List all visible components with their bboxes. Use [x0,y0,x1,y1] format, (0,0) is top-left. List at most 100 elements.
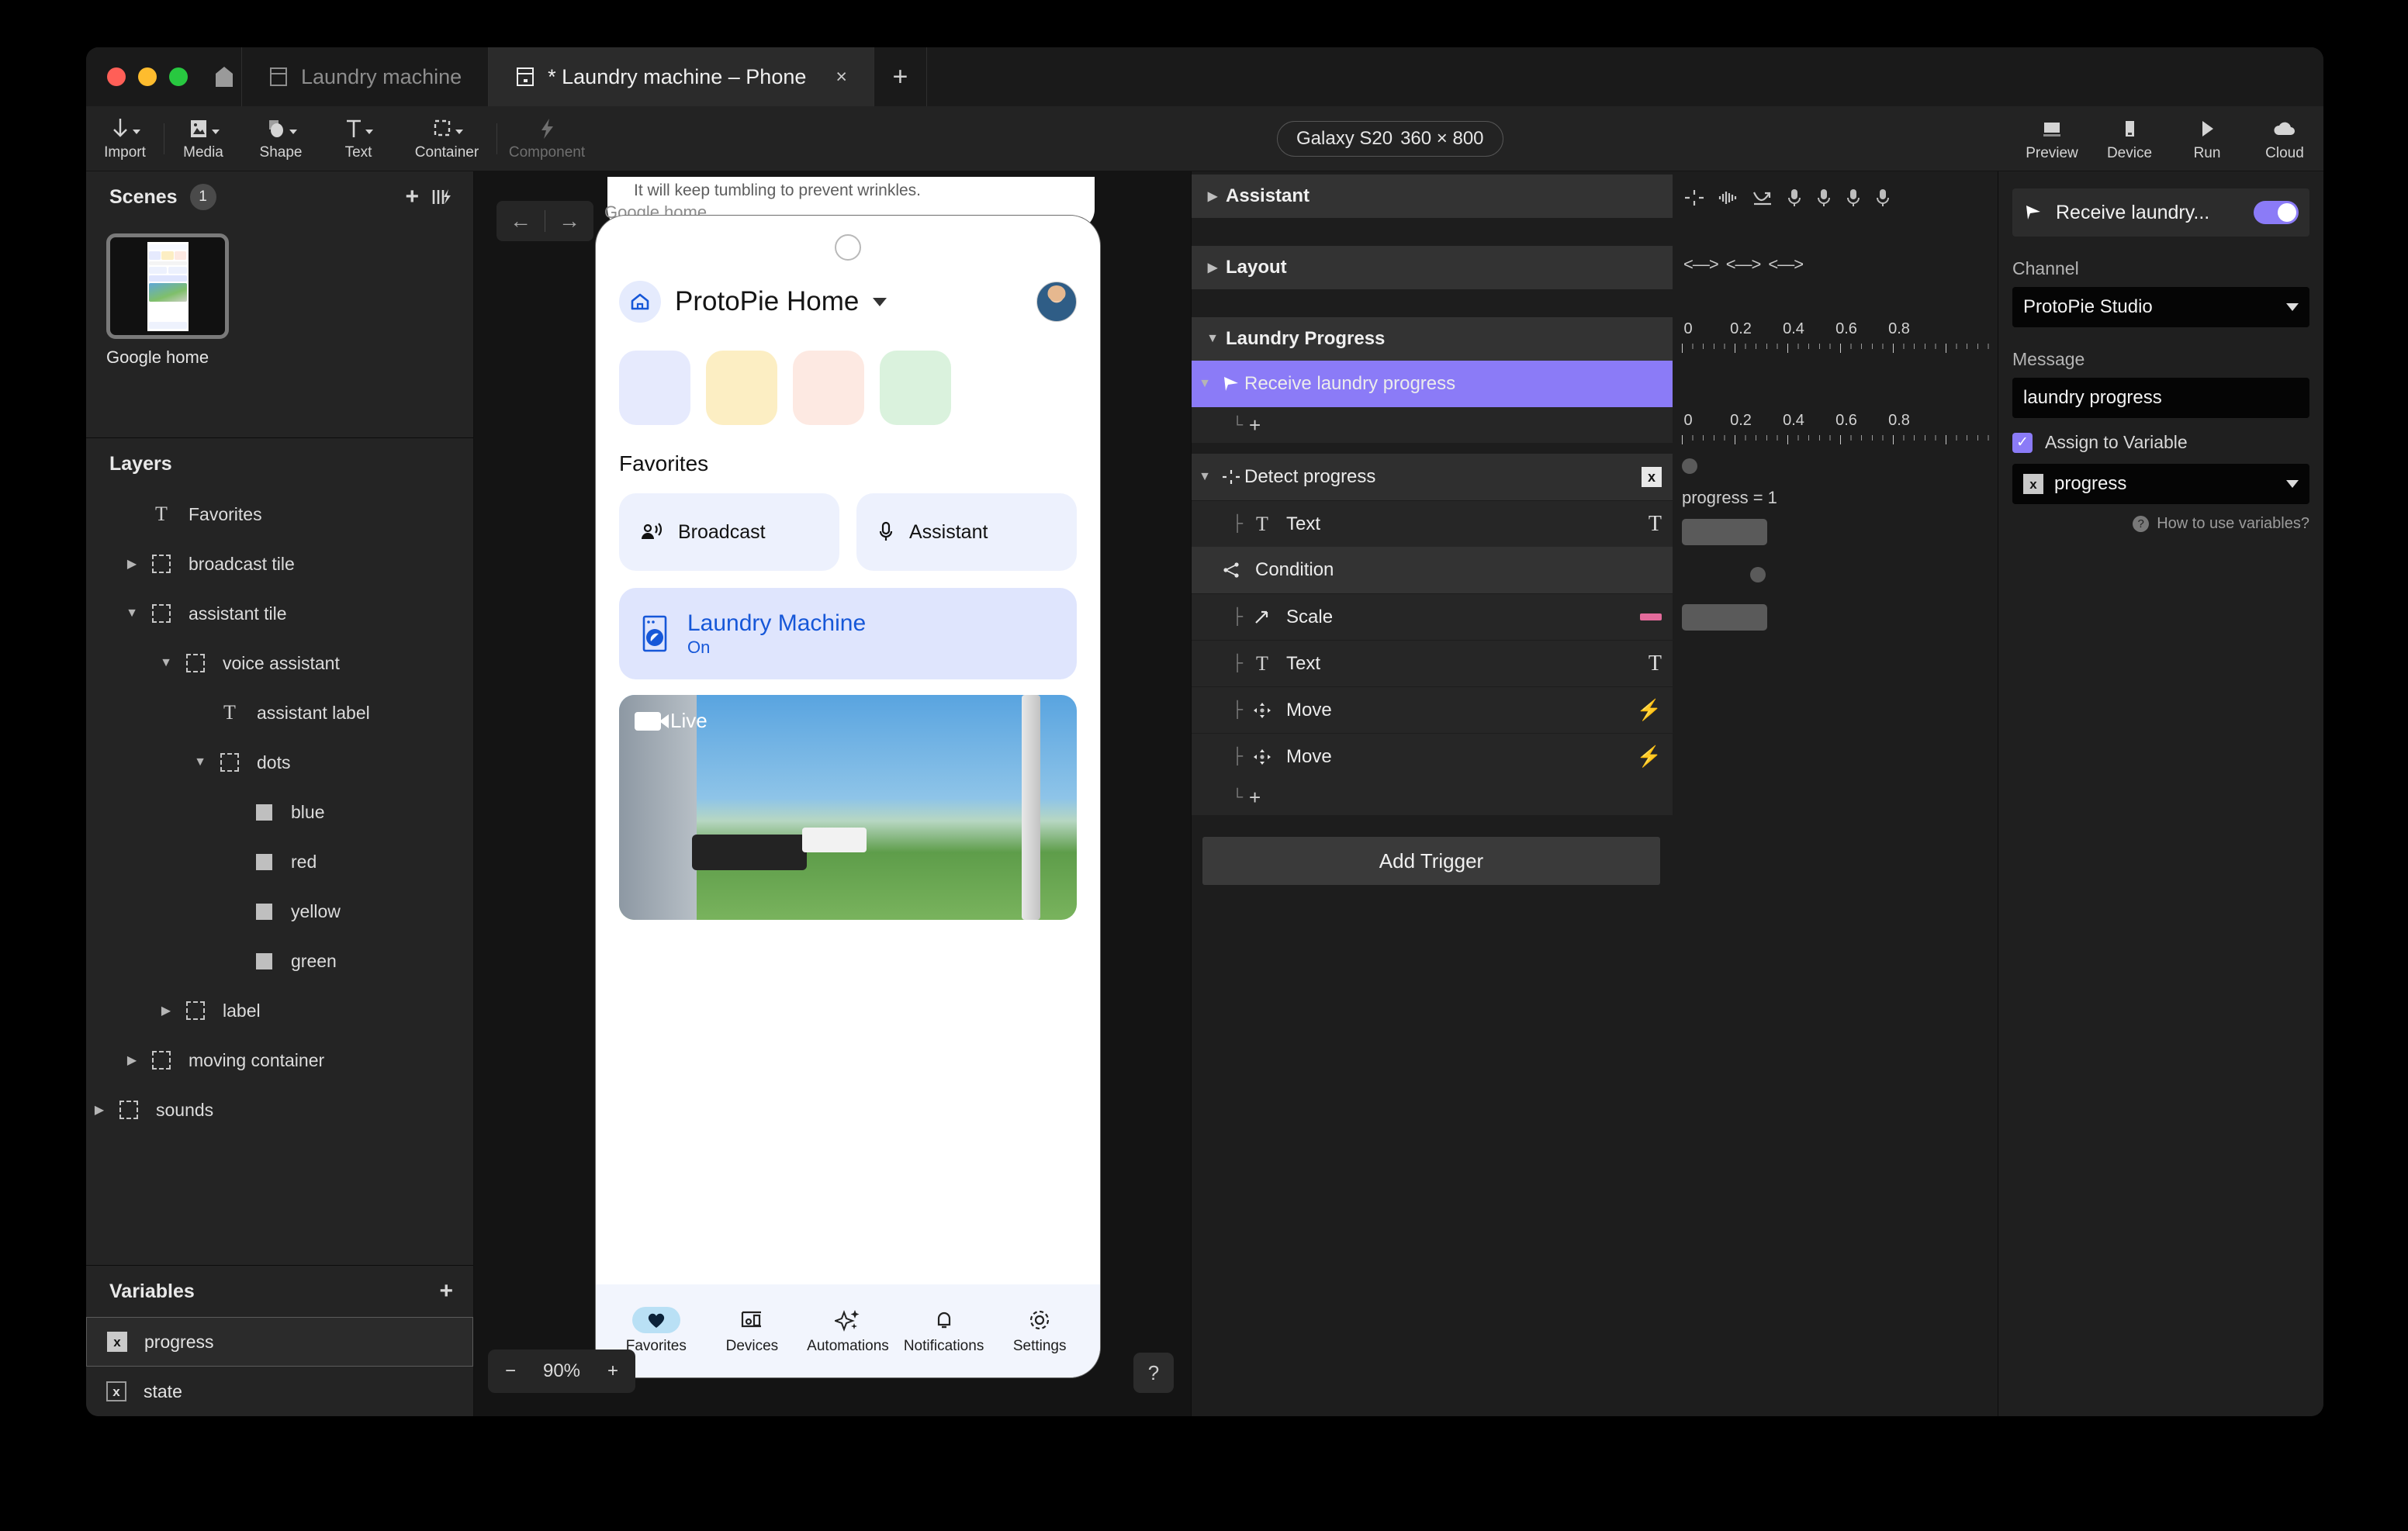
link-range-icon[interactable]: <—> [1768,254,1803,275]
add-action-button[interactable]: └ + [1192,407,1673,443]
device-button[interactable]: Device [2091,106,2168,171]
laundry-machine-card[interactable]: Laundry Machine On [619,588,1077,679]
variables-help-link[interactable]: ? How to use variables? [2012,515,2309,533]
shape-button[interactable]: Shape [242,106,320,171]
layer-row[interactable]: green [86,936,473,986]
audio-wave-icon[interactable] [1718,188,1739,207]
nav-back-button[interactable]: ← [496,209,545,233]
home-icon[interactable] [206,47,242,106]
swatch-tile[interactable] [706,351,777,425]
microphone-icon[interactable] [1786,188,1803,208]
swatch-tile[interactable] [793,351,864,425]
action-chip-text[interactable]: T [1649,512,1662,537]
layer-row[interactable]: ▶ label [86,986,473,1035]
new-tab-button[interactable]: + [874,47,927,106]
tab-laundry-machine[interactable]: Laundry machine [241,47,489,106]
sort-lightning-icon[interactable] [431,187,453,207]
canvas-area[interactable]: It will keep tumbling to prevent wrinkle… [474,171,1191,1416]
microphone-icon[interactable] [1845,188,1862,208]
keyframe-bar[interactable] [1682,519,1767,545]
camera-feed-card[interactable]: Live [619,695,1077,920]
add-scene-button[interactable]: + [405,185,419,209]
microphone-icon[interactable] [1874,188,1891,208]
chevron-right-icon[interactable]: ▶ [1199,260,1226,275]
trigger-detect-progress[interactable]: ▼ Detect progress x [1192,454,1673,500]
keyframe-dot[interactable] [1682,458,1697,474]
assign-to-variable-row[interactable]: ✓ Assign to Variable [2012,432,2309,453]
action-chip-text[interactable]: T [1649,651,1662,676]
chevron-right-icon[interactable]: ▶ [119,556,145,572]
keyframe-dot[interactable] [1750,567,1766,582]
close-tab-button[interactable]: × [836,66,847,88]
chevron-right-icon[interactable]: ▶ [119,1052,145,1068]
add-trigger-button[interactable]: Add Trigger [1202,837,1660,885]
chevron-down-icon[interactable]: ▼ [187,755,213,769]
tab-laundry-machine-phone[interactable]: * Laundry machine – Phone × [488,47,874,106]
channel-select[interactable]: ProtoPie Studio [2012,287,2309,327]
bottom-nav-notifications[interactable]: Notifications [901,1307,988,1355]
action-chip-bolt[interactable]: ⚡ [1637,745,1662,769]
enable-trigger-toggle[interactable] [2254,201,2299,224]
bottom-nav-favorites[interactable]: Favorites [613,1307,700,1355]
import-button[interactable]: Import [86,106,164,171]
text-button[interactable]: Text [320,106,397,171]
broadcast-tile[interactable]: Broadcast [619,493,839,571]
layer-row[interactable]: ▼ voice assistant [86,638,473,688]
container-button[interactable]: Container [397,106,496,171]
keyframe-bar[interactable] [1682,604,1767,631]
help-button[interactable]: ? [1133,1353,1174,1393]
action-row-scale[interactable]: ├ Scale [1192,593,1673,640]
media-button[interactable]: Media [164,106,242,171]
bottom-nav-automations[interactable]: Automations [804,1307,891,1355]
message-input[interactable]: laundry progress [2012,378,2309,418]
chevron-down-icon[interactable] [873,298,887,306]
trigger-group-assistant[interactable]: ▶ Assistant [1192,175,1673,218]
chevron-down-icon[interactable]: ▼ [1199,332,1226,346]
chevron-down-icon[interactable]: ▼ [119,607,145,620]
ease-curve-icon[interactable] [1752,188,1773,207]
chevron-right-icon[interactable]: ▶ [153,1003,179,1018]
trigger-receive-laundry-progress[interactable]: ▼ Receive laundry progress [1192,361,1673,407]
layer-row[interactable]: yellow [86,886,473,936]
swatch-tile[interactable] [880,351,951,425]
chevron-down-icon[interactable]: ▼ [153,656,179,670]
action-chip-color[interactable] [1640,613,1662,620]
preview-button[interactable]: Preview [2013,106,2091,171]
trigger-group-laundry-progress[interactable]: ▼ Laundry Progress [1192,317,1673,361]
nav-forward-button[interactable]: → [545,209,593,233]
layer-row[interactable]: ▼ assistant tile [86,589,473,638]
action-row-move-2[interactable]: ├ Move ⚡ [1192,733,1673,779]
detect-variable-chip[interactable]: x [1642,467,1662,487]
action-row-condition[interactable]: Condition [1192,547,1673,593]
layer-row[interactable]: ▶ moving container [86,1035,473,1085]
variable-item-state[interactable]: x state [86,1367,473,1416]
assign-checkbox[interactable]: ✓ [2012,433,2033,453]
trigger-group-layout[interactable]: ▶ Layout [1192,246,1673,289]
layer-row[interactable]: T Favorites [86,489,473,539]
minimize-window-button[interactable] [138,67,157,86]
assistant-tile[interactable]: Assistant [856,493,1077,571]
bottom-nav-settings[interactable]: Settings [996,1307,1083,1355]
layer-row[interactable]: T assistant label [86,688,473,738]
action-chip-bolt[interactable]: ⚡ [1637,698,1662,722]
maximize-window-button[interactable] [169,67,188,86]
chevron-down-icon[interactable]: ▼ [1192,470,1218,484]
layer-row[interactable]: red [86,837,473,886]
timeline-area[interactable]: <—> <—> <—> 0 0.2 0.4 0.6 0.8 [1673,171,1998,1416]
avatar[interactable] [1036,282,1077,322]
action-row-move-1[interactable]: ├ Move ⚡ [1192,686,1673,733]
zoom-out-button[interactable]: − [505,1360,516,1382]
close-window-button[interactable] [107,67,126,86]
layer-row[interactable]: ▶ broadcast tile [86,539,473,589]
action-row-text-1[interactable]: ├ T Text T [1192,500,1673,547]
device-selector[interactable]: Galaxy S20 360 × 800 [1277,121,1503,157]
variable-select[interactable]: x progress [2012,464,2309,504]
add-variable-button[interactable]: + [439,1280,453,1303]
component-button[interactable]: Component [497,106,597,171]
phone-preview[interactable]: ProtoPie Home Favorites [595,215,1101,1378]
link-range-icon[interactable]: <—> [1726,254,1761,275]
swatch-tile[interactable] [619,351,690,425]
variable-item-progress[interactable]: x progress [86,1317,473,1367]
link-range-icon[interactable]: <—> [1683,254,1718,275]
run-button[interactable]: Run [2168,106,2246,171]
